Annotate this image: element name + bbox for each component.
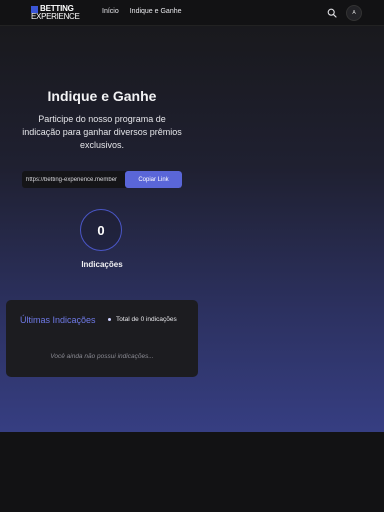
referral-total: Total de 0 indicações — [116, 316, 177, 323]
copy-link-button[interactable]: Copiar Link — [125, 171, 182, 188]
footer — [0, 432, 384, 512]
nav-item-indique-e-ganhe[interactable]: Indique e Ganhe — [130, 8, 182, 15]
page-subtitle: Participe do nosso programa de indicação… — [22, 114, 182, 150]
empty-state-message: Você ainda não possui indicações... — [50, 353, 154, 360]
logo-text-bottom: EXPERIENCE — [31, 12, 80, 21]
referral-link-text[interactable]: https://betting-experience.member — [22, 177, 125, 183]
top-bar: BETTING EXPERIENCE Início Indique e Ganh… — [0, 0, 384, 26]
user-avatar[interactable]: A — [346, 5, 362, 21]
page-title: Indique e Ganhe — [47, 88, 157, 104]
main-nav: Início Indique e Ganhe — [102, 8, 182, 15]
search-icon[interactable] — [327, 8, 337, 18]
referral-count-circle: 0 — [80, 209, 122, 251]
panel-title: Últimas Indicações — [20, 315, 96, 325]
recent-referrals-panel: Últimas Indicações Total de 0 indicações… — [6, 300, 198, 377]
bullet-dot-icon — [108, 318, 111, 321]
nav-item-inicio[interactable]: Início — [102, 8, 119, 15]
referral-count-label: Indicações — [81, 260, 123, 269]
referral-link-field[interactable]: https://betting-experience.member Copiar… — [22, 171, 182, 188]
brand-logo[interactable]: BETTING EXPERIENCE — [31, 5, 83, 21]
